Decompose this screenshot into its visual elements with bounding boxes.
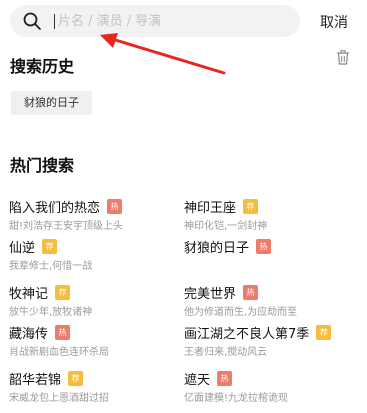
hot-item-row: 神印王座荐 [184, 196, 354, 216]
hot-badge: 热 [256, 238, 272, 254]
hot-search-item[interactable]: 韶华若锦荐宋威龙包上恩酒甜过招 [9, 368, 179, 408]
hot-search-item[interactable]: 陷入我们的热恋热甜!刘浩存王安宇顶级上头 [9, 196, 179, 236]
hot-item-row: 遮天热 [184, 368, 354, 388]
recommend-badge: 荐 [55, 284, 71, 300]
trash-icon[interactable] [336, 50, 350, 65]
hot-search-item[interactable]: 豺狼的日子热 [184, 236, 354, 276]
hot-item-description: 神印化铠,一剑封神 [184, 221, 268, 232]
history-item[interactable]: 豺狼的日子 [11, 91, 92, 115]
hot-item-row: 藏海传热 [9, 322, 179, 342]
hot-search-item[interactable]: 藏海传热肖战新剧血色连环杀局 [9, 322, 179, 362]
hot-badge: 热 [217, 370, 233, 386]
hot-item-title: 藏海传 [9, 326, 49, 342]
hot-item-description: 宋威龙包上恩酒甜过招 [9, 393, 109, 404]
search-bar[interactable] [10, 5, 300, 37]
hot-item-title: 神印王座 [184, 200, 237, 216]
hot-item-row: 完美世界热 [184, 282, 354, 302]
recommend-badge: 荐 [243, 198, 259, 214]
hot-item-description: 我辈修士,何惜一战 [9, 261, 93, 272]
search-input[interactable] [58, 10, 288, 32]
recommend-badge: 荐 [42, 238, 58, 254]
hot-item-description: 他为修道而生,为应劫而至 [184, 307, 298, 318]
hot-item-title: 豺狼的日子 [184, 240, 250, 256]
hot-search-title: 热门搜索 [10, 156, 75, 175]
recommend-badge: 荐 [316, 324, 332, 340]
hot-item-row: 牧神记荐 [9, 282, 179, 302]
hot-item-description: 肖战新剧血色连环杀局 [9, 347, 109, 358]
hot-item-title: 韶华若锦 [9, 372, 62, 388]
hot-item-title: 牧神记 [9, 286, 49, 302]
text-cursor [54, 14, 55, 29]
hot-item-title: 仙逆 [9, 240, 36, 256]
hot-item-title: 完美世界 [184, 286, 237, 302]
hot-search-item[interactable]: 画江湖之不良人第7季荐王者归来,搅动风云 [184, 322, 354, 362]
hot-search-item[interactable]: 神印王座荐神印化铠,一剑封神 [184, 196, 354, 236]
hot-item-description: 王者归来,搅动风云 [184, 347, 268, 358]
hot-search-item[interactable]: 完美世界热他为修道而生,为应劫而至 [184, 282, 354, 322]
hot-badge: 热 [55, 324, 71, 340]
cancel-button[interactable]: 取消 [320, 12, 348, 32]
recommend-badge: 荐 [68, 370, 84, 386]
hot-item-title: 陷入我们的热恋 [9, 200, 101, 216]
hot-badge: 热 [107, 198, 123, 214]
hot-search-item[interactable]: 牧神记荐放牛少年,放牧诸神 [9, 282, 179, 322]
hot-item-row: 画江湖之不良人第7季荐 [184, 322, 354, 342]
hot-item-description: 亿面建模!九龙拉棺诡现 [184, 393, 289, 404]
hot-item-description: 放牛少年,放牧诸神 [9, 307, 93, 318]
hot-item-description: 甜!刘浩存王安宇顶级上头 [9, 221, 124, 232]
hot-item-row: 韶华若锦荐 [9, 368, 179, 388]
search-history-title: 搜索历史 [10, 57, 75, 76]
hot-item-row: 仙逆荐 [9, 236, 179, 256]
search-icon [23, 12, 41, 30]
hot-search-item[interactable]: 仙逆荐我辈修士,何惜一战 [9, 236, 179, 276]
hot-search-item[interactable]: 遮天热亿面建模!九龙拉棺诡现 [184, 368, 354, 408]
hot-item-row: 豺狼的日子热 [184, 236, 354, 256]
hot-item-title: 画江湖之不良人第7季 [184, 326, 310, 342]
hot-badge: 热 [243, 284, 259, 300]
hot-item-row: 陷入我们的热恋热 [9, 196, 179, 216]
hot-item-title: 遮天 [184, 372, 211, 388]
